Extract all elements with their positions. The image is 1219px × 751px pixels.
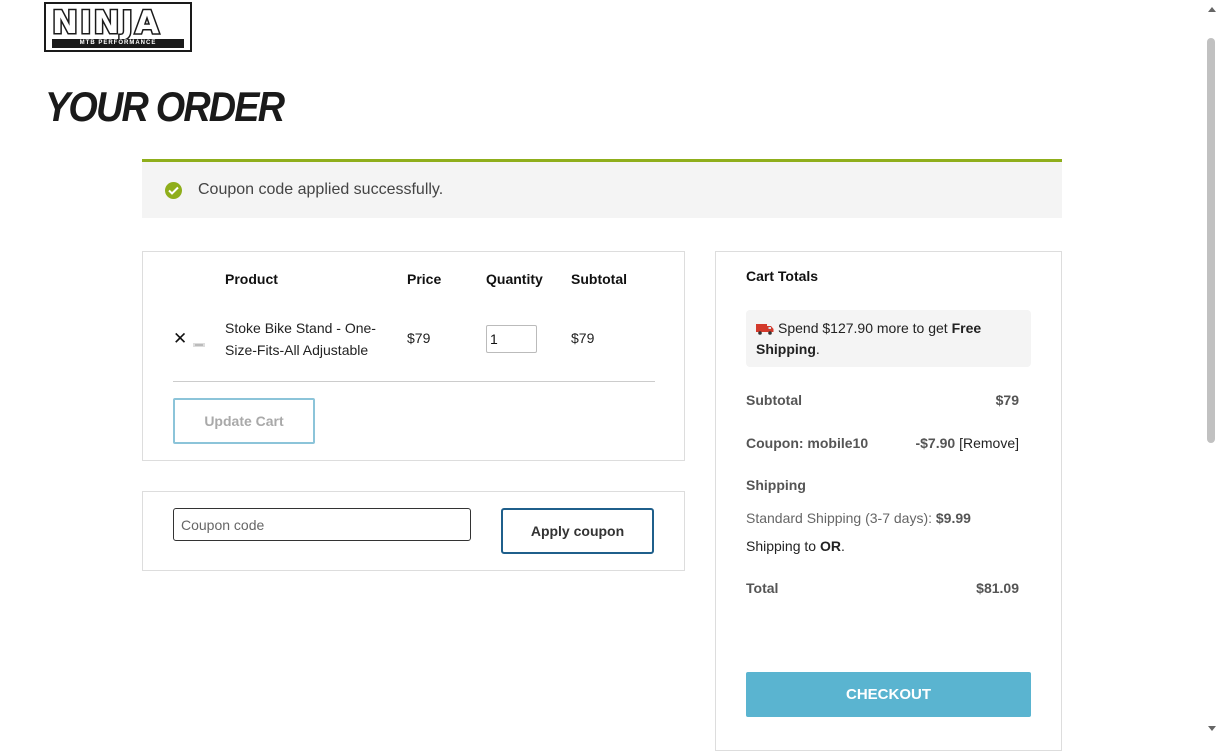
column-header-quantity: Quantity: [486, 271, 543, 287]
shipping-to-prefix: Shipping to: [746, 538, 820, 554]
shipping-method: Standard Shipping (3-7 days): $9.99: [746, 510, 971, 526]
logo-text: NINJA: [51, 4, 161, 43]
coupon-discount: -$7.90 [Remove]: [915, 435, 1019, 451]
promo-text-prefix: Spend $127.90 more to get: [778, 320, 952, 336]
remove-item-icon[interactable]: ✕: [173, 330, 187, 347]
shipping-to-state: OR: [819, 538, 841, 554]
site-logo[interactable]: NINJA MTB PERFORMANCE: [44, 2, 192, 52]
delivery-truck-icon: [756, 321, 774, 340]
checkout-button[interactable]: CHECKOUT: [746, 672, 1031, 717]
success-notice: Coupon code applied successfully.: [142, 159, 1062, 218]
coupon-section: Apply coupon: [142, 491, 685, 571]
scroll-up-arrow-icon[interactable]: [1208, 7, 1216, 12]
free-shipping-promo: Spend $127.90 more to get Free Shipping.: [746, 310, 1031, 367]
shipping-destination: Shipping to OR.: [746, 538, 845, 554]
cart-totals-title: Cart Totals: [746, 268, 819, 284]
product-price: $79: [407, 330, 431, 346]
shipping-method-name: Standard Shipping (3-7 days):: [746, 510, 936, 526]
remove-coupon-link[interactable]: [Remove]: [959, 435, 1019, 451]
product-name-link[interactable]: Stoke Bike Stand - One-Size-Fits-All Adj…: [225, 317, 385, 361]
page-title: YOUR ORDER: [45, 83, 285, 130]
column-header-price: Price: [407, 271, 442, 287]
shipping-to-suffix: .: [840, 538, 845, 554]
quantity-input[interactable]: [486, 325, 537, 353]
subtotal-label: Subtotal: [746, 392, 802, 408]
total-label: Total: [746, 580, 779, 596]
shipping-price: $9.99: [935, 510, 971, 526]
product-thumbnail[interactable]: [193, 335, 205, 347]
shipping-label: Shipping: [746, 477, 806, 493]
logo-subtext: MTB PERFORMANCE: [52, 39, 184, 48]
update-cart-button[interactable]: Update Cart: [173, 398, 315, 444]
coupon-label: Coupon: mobile10: [746, 435, 869, 451]
promo-text-suffix: .: [815, 341, 820, 357]
divider: [173, 381, 655, 382]
subtotal-value: $79: [995, 392, 1019, 408]
check-circle-icon: [165, 182, 182, 199]
coupon-code-input[interactable]: [173, 508, 471, 541]
apply-coupon-button[interactable]: Apply coupon: [501, 508, 654, 554]
vertical-scrollbar[interactable]: [1204, 0, 1219, 739]
product-subtotal: $79: [571, 330, 595, 346]
cart-table: Product Price Quantity Subtotal ✕ Stoke …: [142, 251, 685, 461]
column-header-subtotal: Subtotal: [571, 271, 627, 287]
total-value: $81.09: [976, 580, 1019, 596]
column-header-product: Product: [225, 271, 278, 287]
scrollbar-thumb[interactable]: [1207, 38, 1215, 443]
notice-message: Coupon code applied successfully.: [198, 181, 444, 198]
cart-totals-panel: Cart Totals Spend $127.90 more to get Fr…: [715, 251, 1062, 751]
scroll-down-arrow-icon[interactable]: [1208, 726, 1216, 731]
coupon-value: -$7.90: [915, 435, 956, 451]
